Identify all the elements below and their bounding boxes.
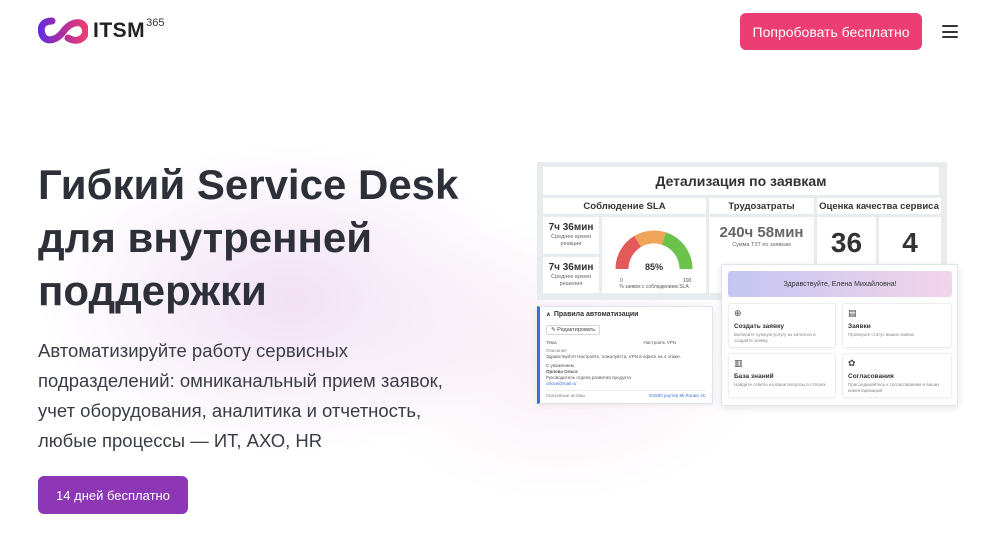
handshake-icon: ✿ xyxy=(848,358,856,368)
hero-subtitle-line: любые процессы — ИТ, АХО, HR xyxy=(38,430,323,451)
hero-title-line: Гибкий Service Desk xyxy=(38,161,459,208)
tile-title: База знаний xyxy=(734,373,774,380)
logo-superscript: 365 xyxy=(146,17,165,29)
subject-value: Настроить VPN xyxy=(643,340,677,345)
linked-assets-row: Связанные активы DS500 роутер Mi Router … xyxy=(546,390,706,399)
menu-bar xyxy=(942,30,958,33)
edit-button[interactable]: ✎ Редактировать xyxy=(546,325,601,335)
plus-circle-icon: ⊕ xyxy=(734,308,742,318)
logo-text: ITSM xyxy=(93,19,146,42)
tile-knowledge-base[interactable]: ▥ База знаний Найдите ответы на ваши воп… xyxy=(728,353,836,398)
dashboard-title: Детализация по заявкам xyxy=(543,167,939,195)
infinity-logo-icon xyxy=(38,17,88,44)
tile-create-request[interactable]: ⊕ Создать заявку Выберите нужную услугу … xyxy=(728,303,836,348)
signer-email-link[interactable]: orlova@mail.ru xyxy=(546,381,706,387)
gauge-caption: % заявок с соблюдением SLA xyxy=(619,284,689,290)
labor-card: Трудозатраты xyxy=(709,198,814,214)
pencil-icon: ✎ xyxy=(551,327,556,333)
tile-description: Найдите ответы на ваши вопросы в статьях xyxy=(734,382,826,387)
chevron-up-icon[interactable]: ∧ xyxy=(546,312,551,318)
tile-description: Проверьте статус ваших заявок xyxy=(848,332,915,337)
books-icon: ▥ xyxy=(734,358,743,368)
reaction-time-label: Среднее время реакции xyxy=(551,234,591,247)
hamburger-icon[interactable] xyxy=(942,25,958,38)
tile-requests[interactable]: ▤ Заявки Проверьте статус ваших заявок xyxy=(842,303,952,348)
sla-gauge: 85% xyxy=(615,230,693,272)
sla-header: Соблюдение SLA xyxy=(583,201,666,212)
gauge-value: 85% xyxy=(645,262,663,272)
linked-asset-link[interactable]: DS500 роутер Mi Router 4C xyxy=(649,393,706,399)
portal-greeting-banner: Здравствуйте, Елена Михайловна! xyxy=(728,271,952,297)
description-value: Здравствуйте! Настройте, пожалуйста, VPN… xyxy=(546,354,682,359)
hero-subtitle: Автоматизируйте работу сервисных подразд… xyxy=(38,336,488,456)
tile-description: Выберите нужную услугу из каталога и соз… xyxy=(734,332,816,343)
quality-card: Оценка качества сервиса xyxy=(817,198,941,214)
tile-description: Присоединяйтесь к согласованиям и ваших … xyxy=(848,382,940,393)
resolution-time-label: Среднее время решения xyxy=(551,274,591,287)
tile-title: Создать заявку xyxy=(734,323,784,330)
sla-card: Соблюдение SLA xyxy=(543,198,706,214)
subject-row: Тема Настроить VPN xyxy=(546,340,706,346)
edit-button-label: Редактировать xyxy=(557,327,596,333)
hero-title: Гибкий Service Desk для внутренней подде… xyxy=(38,158,508,317)
sla-reaction-metric: 7ч 36мин Среднее время реакции xyxy=(543,217,599,254)
hero-subtitle-line: подразделений: омниканальный прием заяво… xyxy=(38,370,443,391)
gauge-segment-low xyxy=(615,235,642,270)
sla-resolution-metric: 7ч 36мин Среднее время решения xyxy=(543,257,599,293)
hero-subtitle-line: Автоматизируйте работу сервисных xyxy=(38,340,349,361)
automation-title-text: Правила автоматизации xyxy=(553,311,639,318)
hero-title-line: для внутренней xyxy=(38,214,373,261)
menu-bar xyxy=(942,25,958,27)
document-icon: ▤ xyxy=(848,308,857,318)
quality-header: Оценка качества сервиса xyxy=(819,201,939,212)
labor-value: 240ч 58мин xyxy=(719,224,804,241)
menu-bar xyxy=(942,36,958,38)
reaction-time-value: 7ч 36мин xyxy=(548,222,594,233)
hero-title-line: поддержки xyxy=(38,267,267,314)
hero-subtitle-line: учет оборудования, аналитика и отчетност… xyxy=(38,400,422,421)
resolution-time-value: 7ч 36мин xyxy=(548,262,594,273)
logo[interactable]: ITSM 365 xyxy=(38,16,165,46)
tile-title: Согласования xyxy=(848,373,894,380)
self-service-portal-panel: Здравствуйте, Елена Михайловна! ⊕ Создат… xyxy=(721,264,958,406)
linked-assets-label: Связанные активы xyxy=(546,393,586,398)
try-free-button[interactable]: Попробовать бесплатно xyxy=(740,13,922,50)
automation-rules-panel: ∧ Правила автоматизации ✎ Редактировать Т… xyxy=(537,306,713,404)
subject-label: Тема xyxy=(546,340,557,345)
sla-gauge-card: 85% 0 100 % заявок с соблюдением SLA xyxy=(602,217,706,293)
automation-title: ∧ Правила автоматизации xyxy=(546,311,706,318)
labor-header: Трудозатраты xyxy=(728,201,795,212)
gauge-segment-mid xyxy=(634,230,666,248)
tile-approvals[interactable]: ✿ Согласования Присоединяйтесь к согласо… xyxy=(842,353,952,398)
gauge-segment-high xyxy=(661,232,693,270)
tile-title: Заявки xyxy=(848,323,871,330)
labor-label: Сумма ТЗТ по заявкам xyxy=(732,242,791,248)
trial-14-days-button[interactable]: 14 дней бесплатно xyxy=(38,476,188,514)
